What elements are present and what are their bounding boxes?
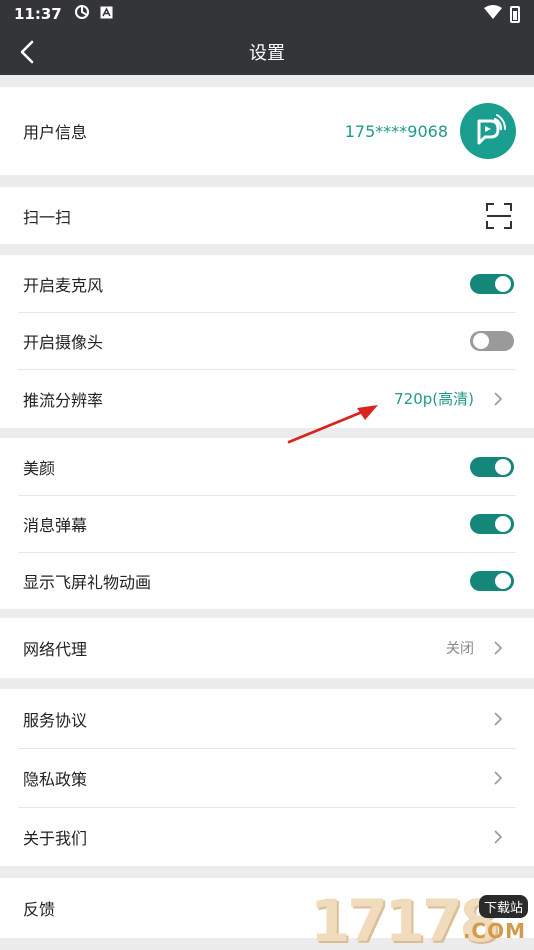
- scan-row[interactable]: 扫一扫: [0, 187, 534, 244]
- privacy-policy-row[interactable]: 隐私政策: [0, 748, 534, 807]
- about-us-label: 关于我们: [23, 828, 88, 848]
- about-us-row[interactable]: 关于我们: [0, 807, 534, 866]
- battery-charging-icon: [510, 5, 520, 23]
- service-agreement-row[interactable]: 服务协议: [0, 689, 534, 748]
- user-info-group: 用户信息 175****9068: [0, 87, 534, 175]
- camera-label: 开启摄像头: [23, 332, 104, 352]
- user-info-row[interactable]: 用户信息 175****9068: [0, 87, 534, 175]
- status-time: 11:37: [14, 5, 62, 23]
- microphone-toggle[interactable]: [470, 273, 514, 294]
- watermark-badge: 下载站: [478, 895, 528, 918]
- wifi-icon: [484, 5, 502, 23]
- gift-animation-label: 显示飞屏礼物动画: [23, 572, 152, 592]
- back-button[interactable]: [14, 38, 40, 66]
- watermark-domain: .COM: [462, 919, 526, 943]
- user-phone: 175****9068: [344, 121, 448, 141]
- gift-animation-toggle[interactable]: [470, 570, 514, 591]
- site-watermark: 17178 下载站 .COM: [310, 885, 534, 950]
- feedback-label: 反馈: [23, 900, 56, 919]
- chevron-right-icon: [494, 711, 503, 726]
- app-header: 设置: [0, 28, 534, 75]
- sync-icon: [74, 4, 90, 24]
- danmaku-label: 消息弹幕: [23, 515, 88, 535]
- a-badge-icon: [100, 6, 113, 23]
- camera-row: 开启摄像头: [0, 312, 534, 369]
- scan-group: 扫一扫: [0, 187, 534, 244]
- resolution-row[interactable]: 推流分辨率 720p(高清): [0, 369, 534, 428]
- gift-animation-row: 显示飞屏礼物动画: [0, 552, 534, 609]
- danmaku-toggle[interactable]: [470, 513, 514, 534]
- chevron-left-icon: [20, 40, 34, 64]
- beauty-toggle[interactable]: [470, 456, 514, 477]
- legal-group: 服务协议 隐私政策 关于我们: [0, 689, 534, 866]
- resolution-label: 推流分辨率: [23, 390, 104, 410]
- chevron-right-icon: [494, 641, 503, 655]
- danmaku-row: 消息弹幕: [0, 495, 534, 552]
- proxy-value: 关闭: [446, 641, 474, 657]
- microphone-label: 开启麦克风: [23, 275, 104, 295]
- proxy-group: 网络代理 关闭: [0, 618, 534, 678]
- service-agreement-label: 服务协议: [23, 710, 88, 730]
- resolution-value: 720p(高清): [394, 390, 474, 408]
- privacy-policy-label: 隐私政策: [23, 769, 88, 789]
- chevron-right-icon: [494, 770, 503, 785]
- proxy-label: 网络代理: [23, 640, 88, 659]
- avatar[interactable]: [460, 103, 516, 159]
- beauty-label: 美颜: [23, 458, 56, 478]
- app-logo-icon: [477, 114, 506, 145]
- scan-label: 扫一扫: [23, 207, 72, 227]
- chevron-right-icon: [494, 391, 503, 406]
- stream-settings-group: 开启麦克风 开启摄像头 推流分辨率 720p(高清): [0, 255, 534, 428]
- proxy-row[interactable]: 网络代理 关闭: [0, 618, 534, 678]
- user-info-label: 用户信息: [23, 123, 88, 142]
- microphone-row: 开启麦克风: [0, 255, 534, 312]
- camera-toggle[interactable]: [470, 330, 514, 351]
- page-title: 设置: [249, 42, 285, 64]
- status-bar: 11:37: [0, 0, 534, 28]
- beauty-row: 美颜: [0, 438, 534, 495]
- chevron-right-icon: [494, 829, 503, 844]
- effects-group: 美颜 消息弹幕 显示飞屏礼物动画: [0, 438, 534, 609]
- scan-frame-icon: [486, 202, 512, 229]
